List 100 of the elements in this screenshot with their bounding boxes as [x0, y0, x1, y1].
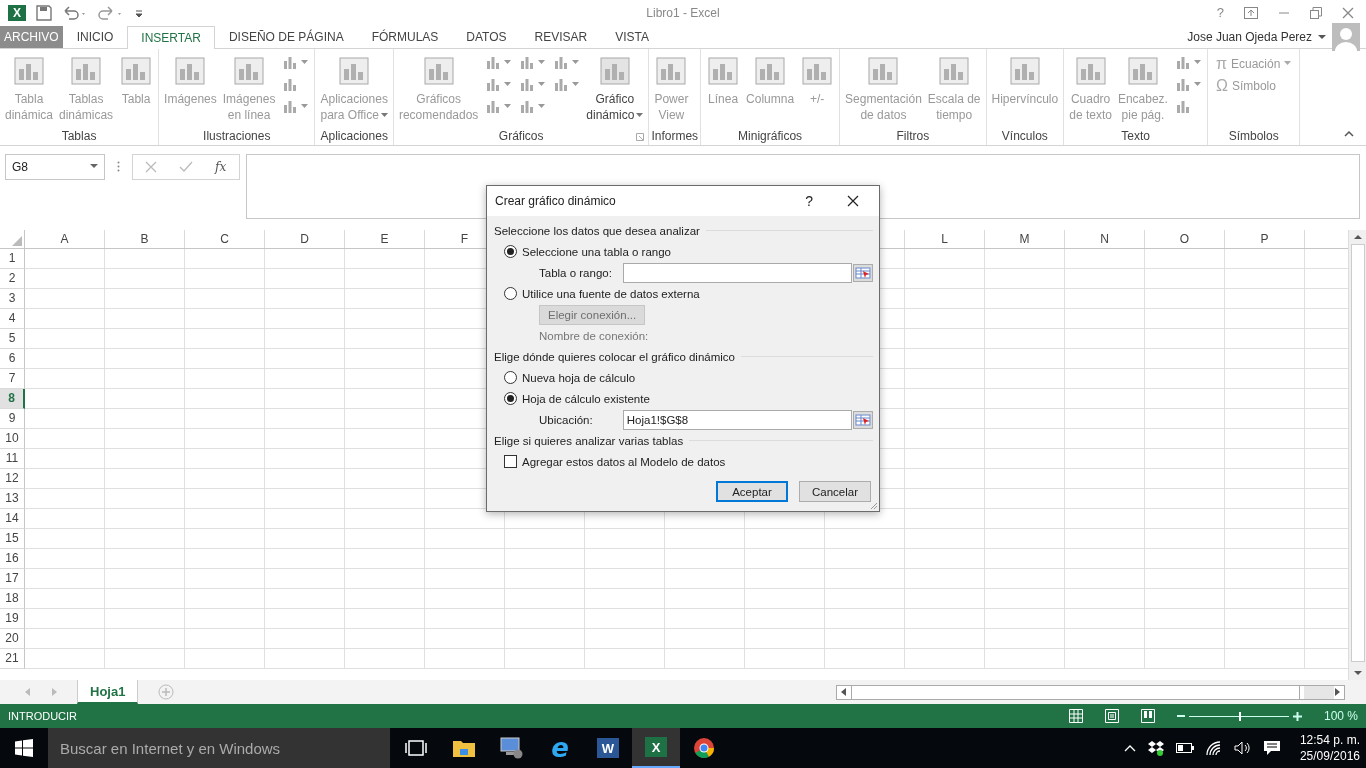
dialog-launcher-icon[interactable] [636, 132, 645, 141]
checkbox[interactable] [504, 455, 517, 468]
clock-date[interactable]: 25/09/2016 [1299, 748, 1360, 764]
row-header[interactable]: 3 [0, 288, 25, 309]
chart-type-button[interactable] [1174, 54, 1201, 71]
scroll-left-icon[interactable] [841, 688, 847, 697]
ribbon-tab[interactable]: DATOS [452, 25, 521, 48]
row-header[interactable]: 15 [0, 528, 25, 549]
row-header[interactable]: 18 [0, 588, 25, 609]
ribbon-tab[interactable]: REVISAR [520, 25, 602, 48]
wifi-icon[interactable] [1205, 741, 1222, 755]
range-field[interactable] [622, 262, 853, 283]
column-header[interactable]: N [1100, 231, 1109, 246]
windows-start-icon[interactable] [15, 739, 33, 757]
chart-type-button[interactable] [1174, 76, 1201, 93]
radio-label[interactable]: Seleccione una tabla o rango [522, 245, 671, 258]
column-header[interactable]: L [941, 231, 948, 246]
radio-label[interactable]: Nueva hoja de cálculo [522, 371, 636, 384]
undo-icon[interactable] [62, 4, 88, 21]
radio-label[interactable]: Hoja de cálculo existente [522, 392, 650, 405]
redo-icon[interactable] [98, 4, 124, 21]
row-header[interactable]: 13 [0, 488, 25, 509]
row-header[interactable]: 9 [0, 408, 25, 429]
battery-icon[interactable] [1175, 743, 1194, 753]
row-header[interactable]: 21 [0, 648, 25, 669]
scroll-thumb[interactable] [1350, 243, 1365, 663]
customize-caret-icon[interactable] [134, 7, 144, 18]
zoom-in-icon[interactable] [1292, 711, 1302, 721]
caret-icon[interactable] [1318, 33, 1326, 40]
taskbar-app[interactable]: W [584, 728, 632, 768]
check-icon[interactable] [179, 160, 193, 173]
chart-type-button[interactable] [519, 76, 546, 93]
radio-button[interactable] [504, 245, 517, 258]
dialog-button[interactable]: Aceptar [716, 481, 788, 502]
chart-type-button[interactable] [519, 54, 546, 71]
radio-button[interactable] [504, 287, 517, 300]
select-all-icon[interactable] [12, 235, 22, 246]
clock-time[interactable]: 12:54 p. m. [1299, 732, 1360, 748]
scroll-down-icon[interactable] [1353, 670, 1362, 677]
column-header[interactable]: C [220, 231, 229, 246]
search-field[interactable]: Buscar en Internet y en Windows [48, 728, 390, 768]
scroll-thumb[interactable] [851, 685, 1300, 699]
chart-type-button[interactable] [519, 98, 546, 115]
chart-type-button[interactable] [485, 54, 512, 71]
page-layout-icon[interactable] [1104, 709, 1119, 723]
taskbar-app[interactable]: X [632, 728, 680, 768]
name-box[interactable]: G8 [5, 153, 105, 180]
sheet-tab[interactable]: Hoja1 [77, 680, 139, 705]
radio-button[interactable] [504, 371, 517, 384]
row-header[interactable]: 17 [0, 568, 25, 589]
row-header[interactable]: 11 [0, 448, 25, 469]
show-hidden-icons-icon[interactable] [1123, 744, 1136, 752]
row-header[interactable]: 20 [0, 628, 25, 649]
row-header[interactable]: 6 [0, 348, 25, 369]
resize-grip-icon[interactable] [870, 502, 878, 510]
chart-type-button[interactable] [282, 98, 309, 115]
row-header[interactable]: 7 [0, 368, 25, 389]
radio-label[interactable]: Utilice una fuente de datos externa [522, 287, 700, 300]
zoom-out-icon[interactable] [1176, 712, 1185, 720]
dialog-button[interactable]: Cancelar [799, 481, 871, 502]
range-select-icon[interactable] [853, 410, 873, 429]
dialog-help-button[interactable]: ? [805, 193, 813, 209]
vertical-scrollbar[interactable] [1348, 229, 1366, 681]
row-header[interactable]: 19 [0, 608, 25, 629]
chart-type-button[interactable] [553, 76, 580, 93]
column-header[interactable]: D [300, 231, 309, 246]
row-header[interactable]: 4 [0, 308, 25, 329]
close-icon[interactable] [847, 195, 859, 207]
ribbon-tab[interactable]: DISEÑO DE PÁGINA [214, 25, 358, 48]
chart-type-button[interactable] [485, 98, 512, 115]
chart-type-button[interactable] [553, 54, 580, 71]
zoom-level[interactable]: 100 % [1323, 709, 1358, 723]
checkbox-label[interactable]: Agregar estos datos al Modelo de datos [522, 455, 726, 468]
cancel-icon[interactable] [145, 160, 157, 173]
avatar-icon[interactable] [1332, 22, 1360, 51]
column-header[interactable]: A [60, 231, 69, 246]
horizontal-scrollbar[interactable] [836, 684, 1345, 700]
restore-icon[interactable] [1310, 6, 1322, 19]
column-header[interactable]: B [140, 231, 149, 246]
notifications-icon[interactable] [1263, 740, 1280, 756]
radio-button[interactable] [504, 392, 517, 405]
row-header[interactable]: 5 [0, 328, 25, 349]
scroll-up-icon[interactable] [1353, 233, 1362, 240]
ribbon-tab[interactable]: INSERTAR [127, 25, 215, 49]
chart-type-button[interactable] [485, 76, 512, 93]
range-field[interactable]: Hoja1!$G$8 [622, 409, 853, 430]
column-header[interactable]: E [380, 231, 389, 246]
normal-view-icon[interactable] [1068, 709, 1083, 723]
column-header[interactable]: O [1179, 231, 1190, 246]
row-header[interactable]: 12 [0, 468, 25, 489]
ribbon-display-icon[interactable] [1244, 6, 1258, 19]
insert-function-button[interactable]: fx [215, 159, 227, 174]
column-header[interactable]: M [1019, 231, 1030, 246]
row-header[interactable]: 8 [0, 388, 25, 409]
ribbon-tab[interactable]: VISTA [601, 25, 664, 48]
page-break-icon[interactable] [1140, 709, 1155, 723]
chart-type-button[interactable] [282, 54, 309, 71]
row-header[interactable]: 2 [0, 268, 25, 289]
help-button[interactable]: ? [1216, 5, 1224, 21]
user-name[interactable]: Jose Juan Ojeda Perez [1187, 29, 1312, 44]
